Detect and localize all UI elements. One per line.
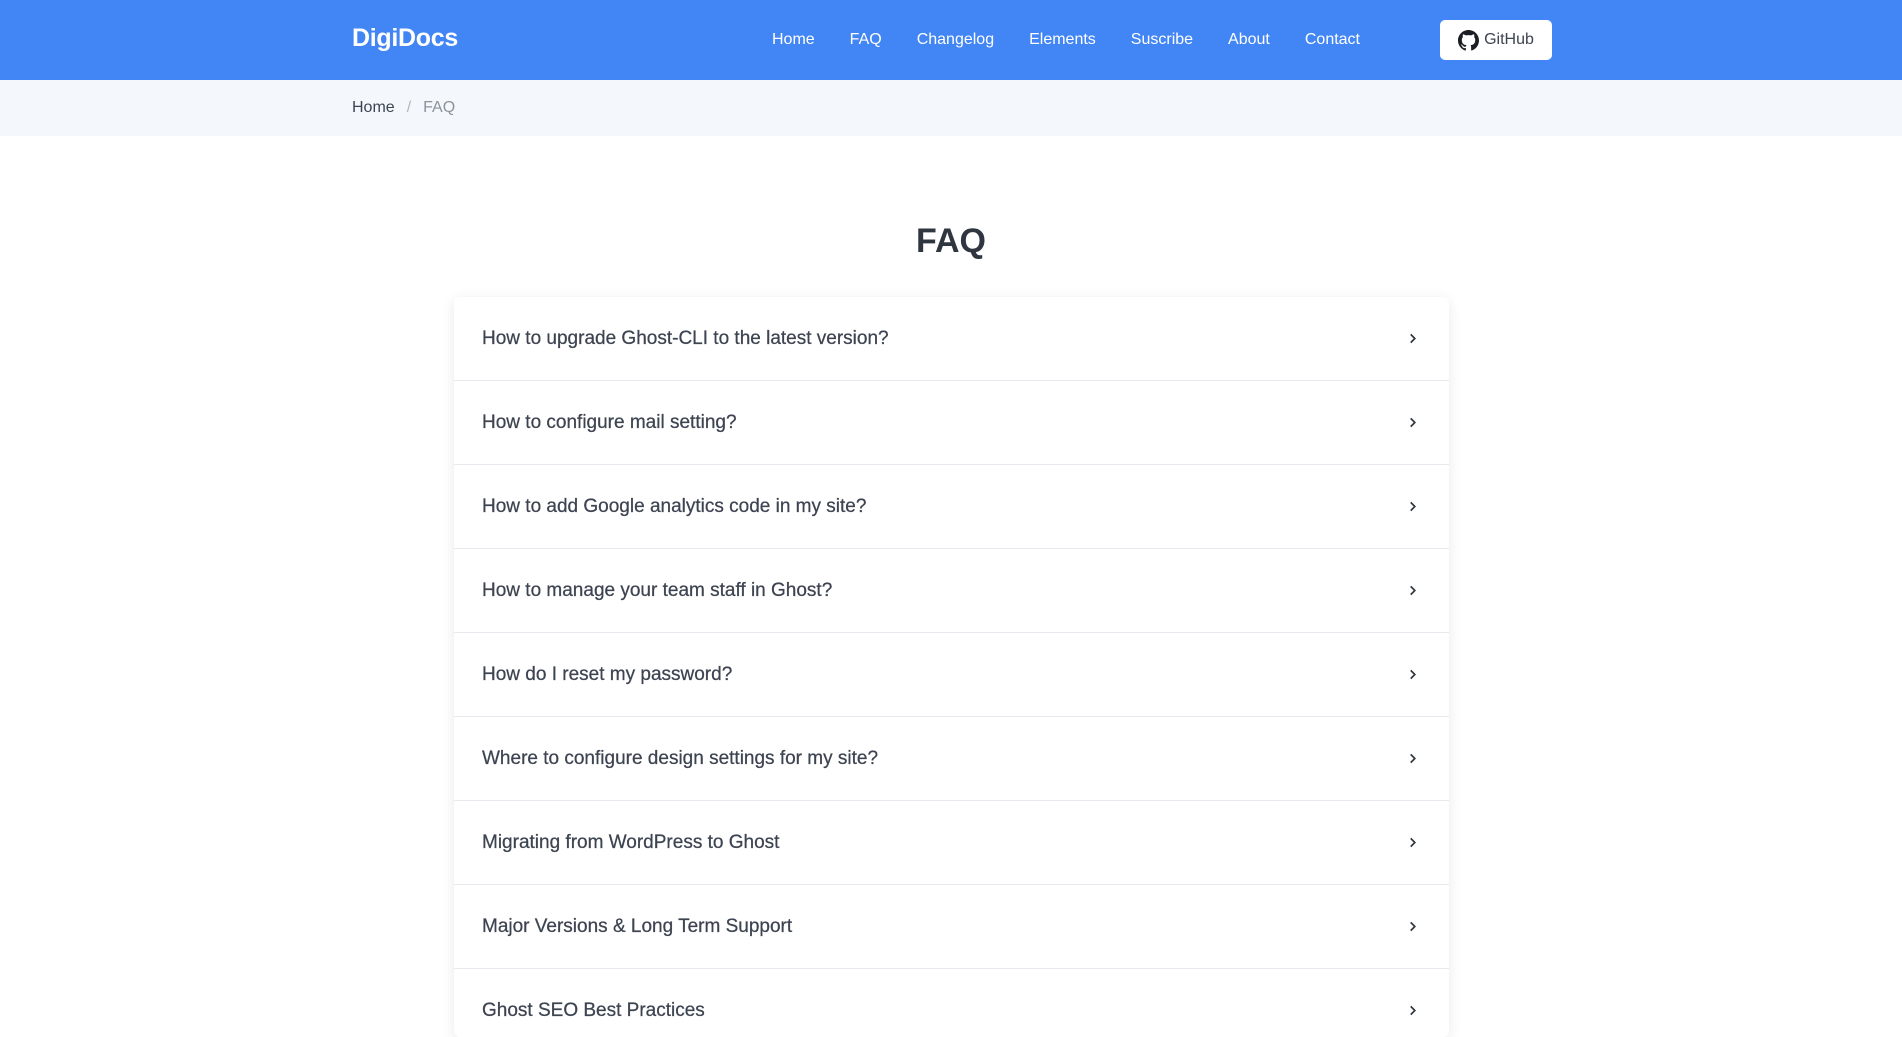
github-button-label: GitHub bbox=[1484, 31, 1534, 48]
faq-question: How to add Google analytics code in my s… bbox=[482, 495, 867, 517]
nav-link-about[interactable]: About bbox=[1228, 31, 1270, 49]
faq-question: Ghost SEO Best Practices bbox=[482, 999, 705, 1021]
breadcrumb-bar: Home / FAQ bbox=[0, 80, 1902, 136]
faq-item[interactable]: Ghost SEO Best Practices bbox=[454, 969, 1449, 1037]
chevron-right-icon bbox=[1407, 753, 1419, 765]
faq-question: How do I reset my password? bbox=[482, 663, 733, 685]
nav-link-changelog[interactable]: Changelog bbox=[917, 31, 994, 49]
faq-item[interactable]: Migrating from WordPress to Ghost bbox=[454, 801, 1449, 885]
chevron-right-icon bbox=[1407, 837, 1419, 849]
nav-link-subscribe[interactable]: Suscribe bbox=[1131, 31, 1193, 49]
faq-question: How to manage your team staff in Ghost? bbox=[482, 579, 833, 601]
nav-link-faq[interactable]: FAQ bbox=[850, 31, 882, 49]
faq-item[interactable]: How to upgrade Ghost-CLI to the latest v… bbox=[454, 297, 1449, 381]
faq-question: How to upgrade Ghost-CLI to the latest v… bbox=[482, 327, 889, 349]
faq-question: Where to configure design settings for m… bbox=[482, 747, 879, 769]
faq-accordion: How to upgrade Ghost-CLI to the latest v… bbox=[454, 297, 1449, 1037]
page-title: FAQ bbox=[916, 222, 986, 260]
github-icon bbox=[1458, 29, 1480, 50]
breadcrumb-separator: / bbox=[406, 99, 412, 116]
main-nav: Home FAQ Changelog Elements Suscribe Abo… bbox=[737, 0, 1360, 80]
chevron-right-icon bbox=[1407, 1005, 1419, 1017]
faq-item[interactable]: How do I reset my password? bbox=[454, 633, 1449, 717]
faq-item[interactable]: How to add Google analytics code in my s… bbox=[454, 465, 1449, 549]
faq-item[interactable]: Where to configure design settings for m… bbox=[454, 717, 1449, 801]
faq-question: Major Versions & Long Term Support bbox=[482, 915, 793, 937]
faq-question: Migrating from WordPress to Ghost bbox=[482, 831, 780, 853]
faq-item[interactable]: Major Versions & Long Term Support bbox=[454, 885, 1449, 969]
breadcrumb: Home / FAQ bbox=[352, 99, 455, 117]
chevron-right-icon bbox=[1407, 585, 1419, 597]
chevron-right-icon bbox=[1407, 921, 1419, 933]
chevron-right-icon bbox=[1407, 669, 1419, 681]
faq-item[interactable]: How to configure mail setting? bbox=[454, 381, 1449, 465]
chevron-right-icon bbox=[1407, 333, 1419, 345]
chevron-right-icon bbox=[1407, 417, 1419, 429]
faq-item[interactable]: How to manage your team staff in Ghost? bbox=[454, 549, 1449, 633]
nav-link-home[interactable]: Home bbox=[772, 31, 815, 49]
breadcrumb-home-link[interactable]: Home bbox=[352, 99, 395, 117]
nav-link-contact[interactable]: Contact bbox=[1305, 31, 1360, 49]
breadcrumb-current: FAQ bbox=[423, 99, 456, 116]
nav-link-elements[interactable]: Elements bbox=[1029, 31, 1096, 49]
github-button[interactable]: GitHub bbox=[1440, 20, 1552, 60]
brand-logo[interactable]: DigiDocs bbox=[352, 24, 458, 53]
top-navbar: DigiDocs Home FAQ Changelog Elements Sus… bbox=[0, 0, 1902, 80]
faq-question: How to configure mail setting? bbox=[482, 411, 737, 433]
chevron-right-icon bbox=[1407, 501, 1419, 513]
